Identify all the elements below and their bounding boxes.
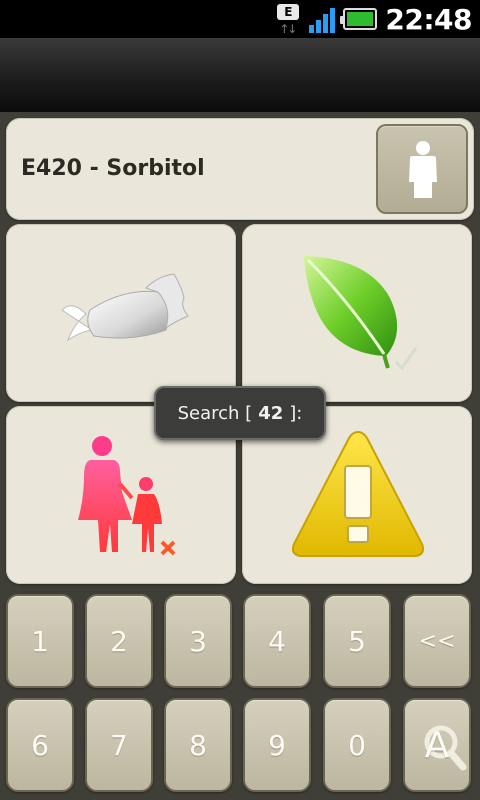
network-edge-icon: E ↑↓	[277, 2, 301, 36]
key-6-label: 6	[31, 728, 49, 762]
toast-value: 42	[258, 402, 284, 424]
key-3[interactable]: 3	[164, 594, 232, 688]
key-0-label: 0	[348, 728, 366, 762]
key-7-label: 7	[110, 728, 128, 762]
status-clock: 22:48	[385, 2, 472, 36]
key-8-label: 8	[189, 728, 207, 762]
key-9-label: 9	[268, 728, 286, 762]
key-2-label: 2	[110, 624, 128, 658]
product-header: E420 - Sorbitol	[6, 118, 474, 220]
mother-child-cross-icon	[78, 436, 176, 556]
key-6[interactable]: 6	[6, 698, 74, 792]
key-5[interactable]: 5	[323, 594, 391, 688]
title-bar	[0, 38, 480, 112]
toast-suffix: ]:	[289, 402, 303, 424]
toast-prefix: Search [	[177, 402, 253, 424]
key-8[interactable]: 8	[164, 698, 232, 792]
key-3-label: 3	[189, 624, 207, 658]
key-5-label: 5	[348, 624, 366, 658]
alpha-search-key[interactable]: A	[403, 698, 471, 792]
person-button[interactable]	[376, 124, 468, 214]
product-name: E420 - Sorbitol	[21, 156, 205, 181]
status-bar: E ↑↓ 22:48	[0, 0, 480, 38]
key-4[interactable]: 4	[243, 594, 311, 688]
candy-tile[interactable]	[6, 224, 236, 402]
key-2[interactable]: 2	[85, 594, 153, 688]
network-type-label: E	[277, 4, 300, 20]
key-7[interactable]: 7	[85, 698, 153, 792]
key-9[interactable]: 9	[243, 698, 311, 792]
green-leaf-check-icon	[304, 256, 418, 371]
key-1[interactable]: 1	[6, 594, 74, 688]
key-4-label: 4	[268, 624, 286, 658]
backspace-key[interactable]: <<	[403, 594, 471, 688]
backspace-label: <<	[418, 628, 456, 654]
vegetarian-tile[interactable]	[242, 224, 472, 402]
signal-strength-icon	[309, 5, 336, 33]
warning-triangle-icon	[291, 430, 425, 557]
candy-icon	[61, 273, 189, 342]
search-toast: Search [ 42 ]:	[154, 386, 326, 440]
battery-icon	[340, 8, 378, 30]
key-1-label: 1	[31, 624, 49, 658]
person-icon	[409, 141, 437, 198]
main-content: E420 - Sorbitol Search [42]: 1 2 3 4 5…	[0, 112, 480, 800]
alpha-key-label: A	[424, 724, 450, 766]
key-0[interactable]: 0	[323, 698, 391, 792]
